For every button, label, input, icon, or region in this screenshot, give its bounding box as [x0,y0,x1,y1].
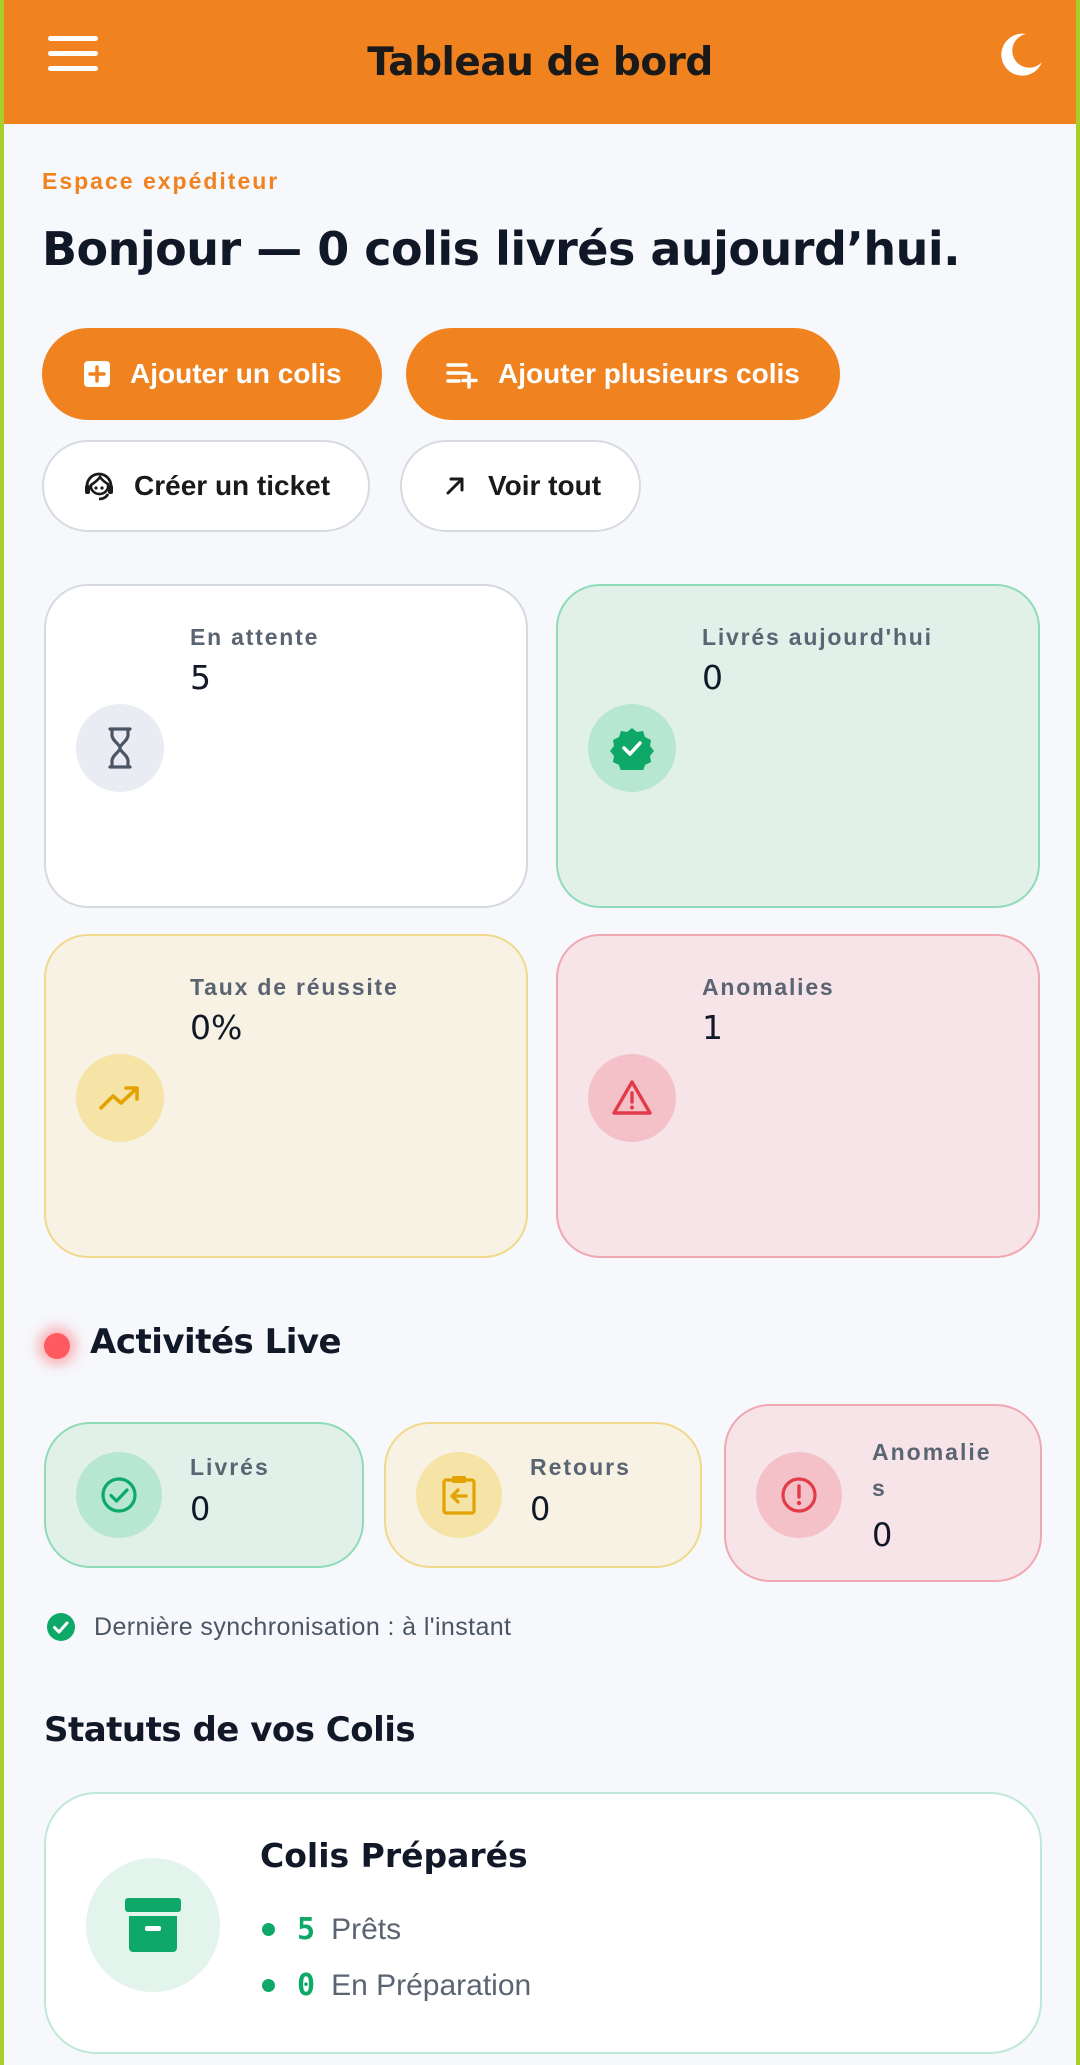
add-parcel-label: Ajouter un colis [130,358,342,389]
see-all-button[interactable]: Voir tout [400,440,642,532]
stat-label: En attente [190,624,320,650]
add-multiple-parcels-button[interactable]: Ajouter plusieurs colis [406,328,840,420]
moon-icon[interactable] [996,30,1046,80]
top-app-bar: Tableau de bord [4,0,1076,124]
see-all-label: Voir tout [488,470,602,501]
stat-value: 0% [190,1008,243,1047]
page-title: Tableau de bord [367,39,713,85]
live-card-anomalies[interactable]: Anomalie s 0 [724,1404,1042,1582]
live-card-returns[interactable]: Retours 0 [384,1422,702,1568]
live-card-value: 0 [872,1516,893,1554]
check-circle-icon [76,1452,162,1538]
stat-card-anomalies[interactable]: Anomalies 1 [556,934,1040,1258]
status-card-title: Colis Préparés [260,1836,528,1875]
status-line-ready: 5 Prêts [262,1912,401,1947]
bullet-dot [262,1979,275,1992]
add-parcel-button[interactable]: Ajouter un colis [42,328,382,420]
live-card-value: 0 [530,1490,551,1528]
stat-label: Anomalies [702,974,835,1000]
live-indicator [44,1333,70,1359]
stat-card-delivered-today[interactable]: Livrés aujourd'hui 0 [556,584,1040,908]
parcel-statuses-title: Statuts de vos Colis [44,1710,416,1750]
section-eyebrow: Espace expéditeur [42,168,280,194]
arrow-up-right-icon [446,477,464,495]
stat-label: Taux de réussite [190,974,399,1000]
live-card-value: 0 [190,1490,211,1528]
alert-circle-icon [756,1452,842,1538]
stat-label: Livrés aujourd'hui [702,624,933,650]
hourglass-icon [76,704,164,792]
menu-icon[interactable] [48,36,98,72]
plus-square-icon [84,361,110,387]
greeting-headline: Bonjour — 0 colis livrés aujourd’hui. [42,222,961,276]
add-multiple-parcels-label: Ajouter plusieurs colis [498,358,800,389]
check-circle-filled-icon [47,1613,75,1641]
playlist-add-icon [446,363,478,389]
create-ticket-button[interactable]: Créer un ticket [42,440,371,532]
live-card-label: Retours [530,1454,631,1480]
status-label: En Préparation [331,1968,532,2002]
return-clipboard-icon [416,1452,502,1538]
bullet-dot [262,1923,275,1936]
warning-triangle-icon [588,1054,676,1142]
support-agent-icon [85,472,113,501]
stat-card-pending[interactable]: En attente 5 [44,584,528,908]
trending-up-icon [76,1054,164,1142]
live-activities-title: Activités Live [90,1322,342,1362]
status-count: 5 [297,1912,316,1947]
sync-text: Dernière synchronisation : à l'instant [94,1612,512,1641]
archive-box-icon [86,1858,220,1992]
live-card-delivered[interactable]: Livrés 0 [44,1422,364,1568]
status-card-prepared[interactable]: Colis Préparés 5 Prêts 0 En Préparation [44,1792,1042,2054]
stat-value: 1 [702,1008,723,1047]
sync-status: Dernière synchronisation : à l'instant [46,1612,511,1642]
verified-badge-icon [588,704,676,792]
status-label: Prêts [331,1912,402,1946]
status-count: 0 [297,1968,316,2003]
stat-value: 0 [702,658,723,697]
stat-value: 5 [190,658,211,697]
stat-card-success-rate[interactable]: Taux de réussite 0% [44,934,528,1258]
status-line-in-preparation: 0 En Préparation [262,1968,531,2003]
live-card-label: Livrés [190,1454,270,1480]
create-ticket-label: Créer un ticket [134,470,331,501]
live-card-label: Anomalie s [872,1439,992,1501]
